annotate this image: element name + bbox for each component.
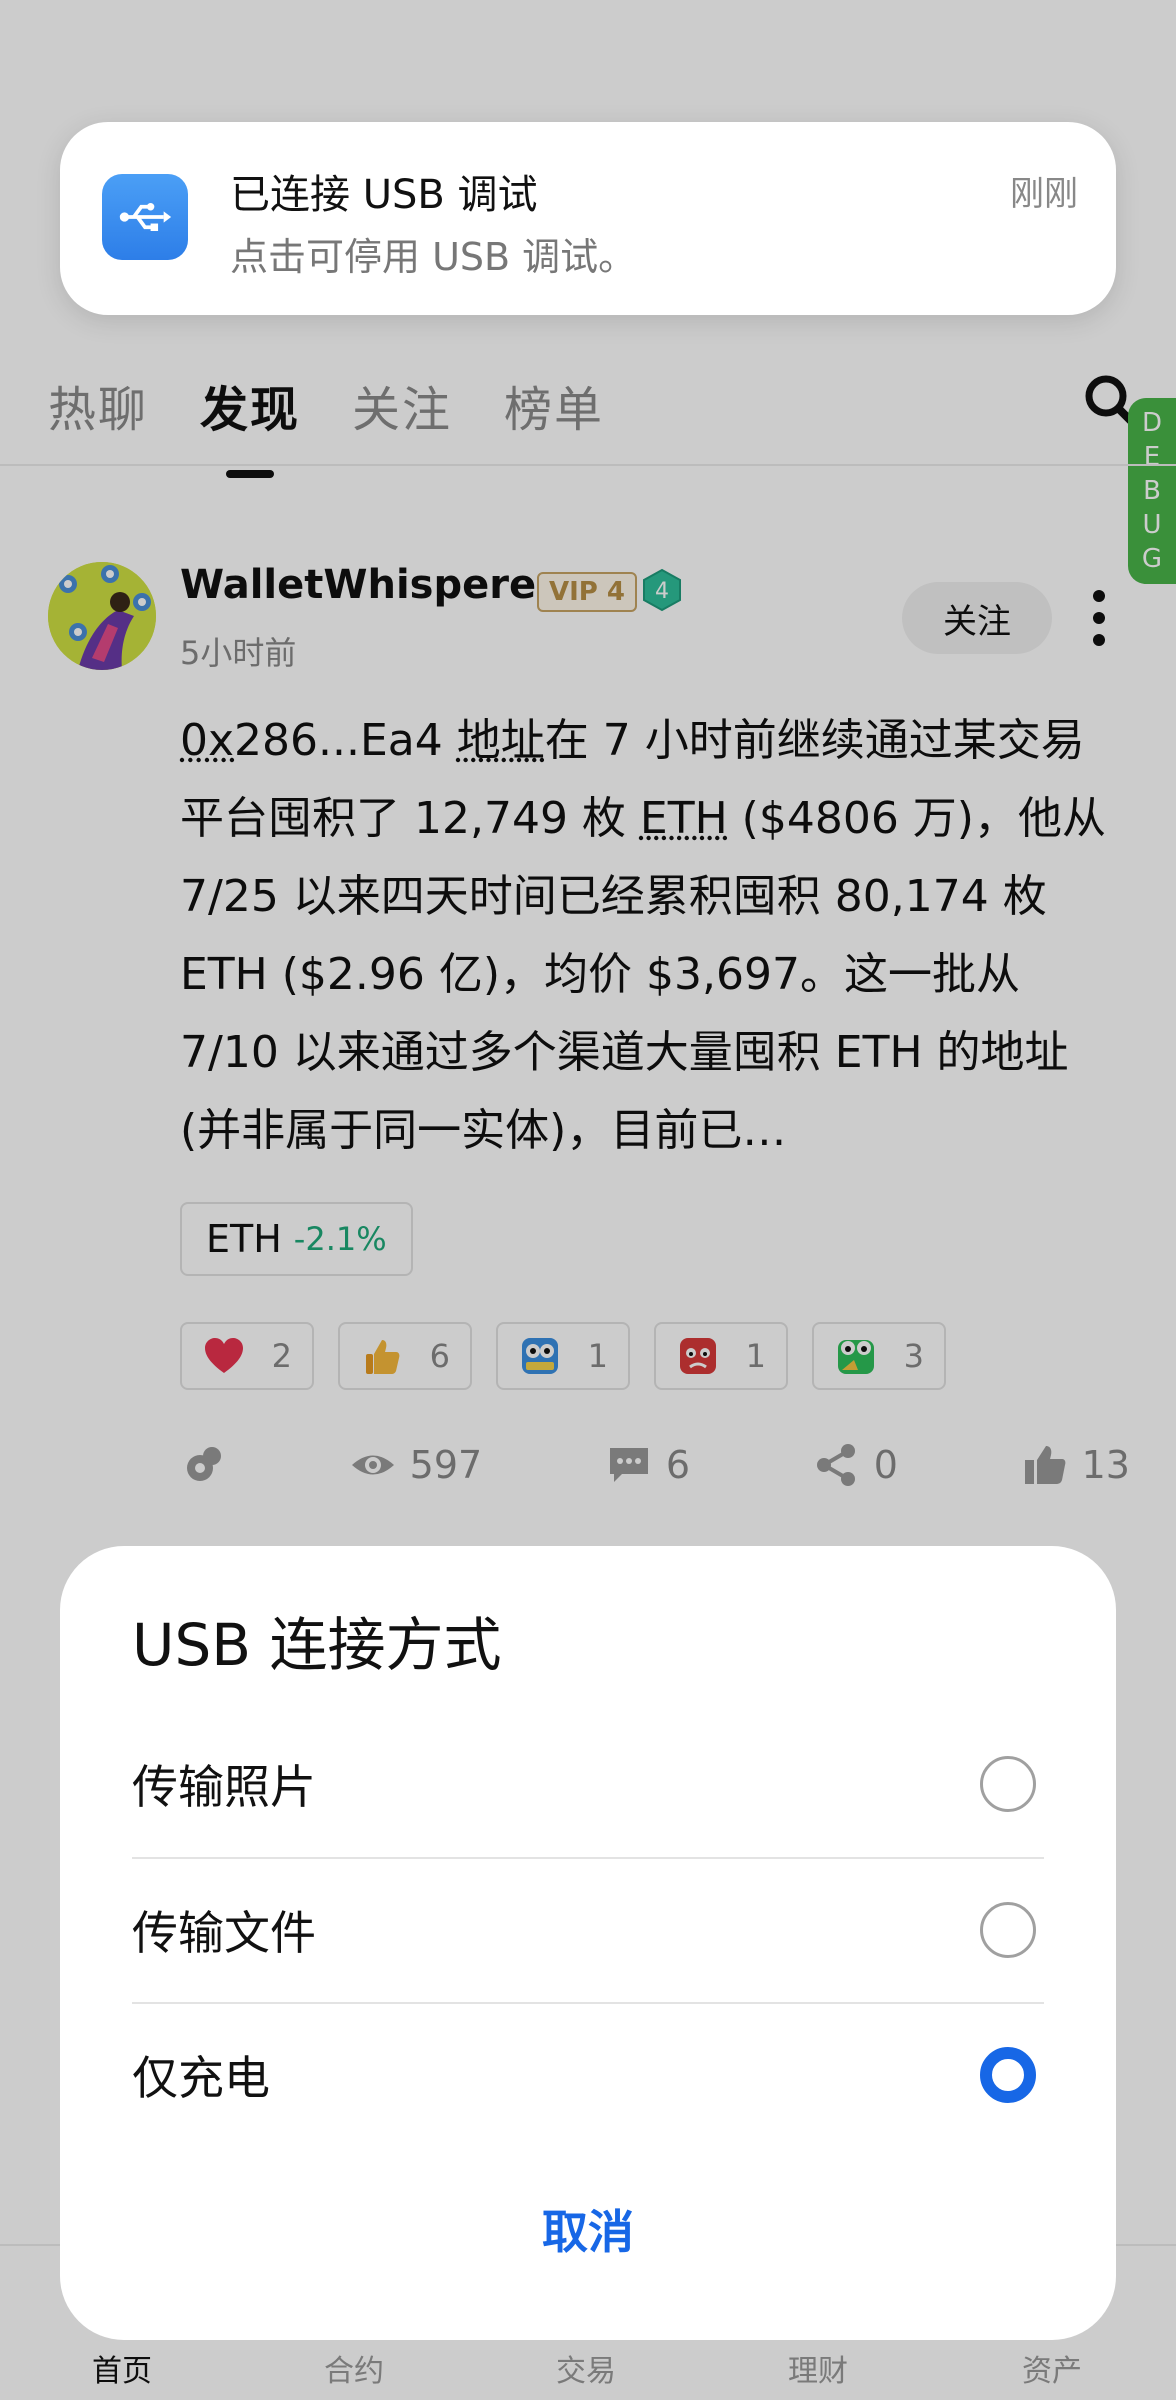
usb-connection-dialog: USB 连接方式 传输照片 传输文件 仅充电 取消 <box>60 1546 1116 2340</box>
option-label: 传输照片 <box>132 1760 316 1814</box>
option-charge-only[interactable]: 仅充电 <box>132 2003 1044 2147</box>
option-label: 仅充电 <box>132 2051 270 2105</box>
option-label: 传输文件 <box>132 1906 316 1960</box>
usb-debug-notification[interactable]: 已连接 USB 调试 点击可停用 USB 调试。 刚刚 <box>60 122 1116 315</box>
radio-button-selected[interactable] <box>980 2047 1036 2103</box>
cancel-button[interactable]: 取消 <box>60 2196 1116 2262</box>
option-transfer-files[interactable]: 传输文件 <box>132 1858 1044 2002</box>
notification-title: 已连接 USB 调试 <box>230 172 538 218</box>
notification-body: 点击可停用 USB 调试。 <box>230 235 637 279</box>
dialog-title: USB 连接方式 <box>132 1611 502 1679</box>
option-transfer-photos[interactable]: 传输照片 <box>132 1712 1044 1856</box>
radio-button[interactable] <box>980 1756 1036 1812</box>
radio-button[interactable] <box>980 1902 1036 1958</box>
notification-time: 刚刚 <box>1010 174 1078 214</box>
usb-icon <box>102 174 188 260</box>
